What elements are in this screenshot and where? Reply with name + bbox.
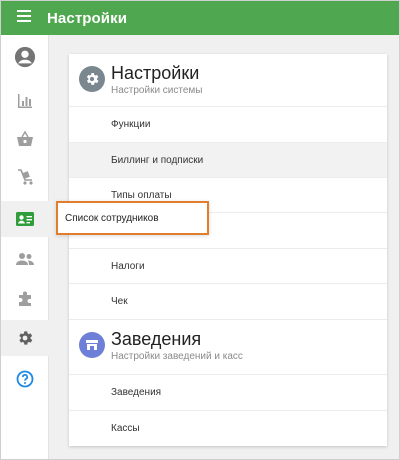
help-circle-icon	[16, 370, 34, 388]
store-icon	[79, 332, 105, 358]
settings-card: Настройки Настройки системы Функции Билл…	[69, 54, 387, 446]
nav-clients[interactable]	[1, 241, 49, 277]
employee-list-popup-item[interactable]: Список сотрудников	[56, 201, 209, 235]
nav-help[interactable]	[1, 361, 49, 397]
nav-menu[interactable]	[1, 121, 49, 157]
hamburger-menu-icon	[16, 9, 32, 28]
nav-settings[interactable]	[1, 320, 49, 356]
section-title: Настройки	[111, 63, 200, 83]
puzzle-icon	[16, 290, 34, 308]
employee-card-icon	[15, 211, 35, 227]
settings-item-functions[interactable]: Функции	[69, 106, 387, 141]
places-item-establishments[interactable]: Заведения	[69, 374, 387, 409]
settings-item-receipt[interactable]: Чек	[69, 283, 387, 318]
nav-employees[interactable]	[1, 201, 49, 237]
nav-applications[interactable]	[1, 281, 49, 317]
bar-chart-icon	[17, 93, 33, 109]
menu-button[interactable]	[1, 1, 47, 35]
nav-statistics[interactable]	[1, 83, 49, 119]
gear-icon	[16, 329, 34, 347]
cart-icon	[16, 168, 34, 186]
top-app-bar: Настройки	[1, 1, 399, 35]
account-circle-icon	[14, 46, 36, 68]
section-title: Заведения	[111, 329, 202, 349]
people-icon	[15, 252, 35, 266]
side-navigation	[1, 35, 49, 459]
section-subtitle: Настройки заведений и касс	[111, 351, 243, 362]
nav-warehouse[interactable]	[1, 159, 49, 195]
settings-section-header: Настройки Настройки системы	[69, 54, 387, 104]
gear-icon	[79, 66, 105, 92]
places-section-header: Заведения Настройки заведений и касс	[69, 319, 387, 369]
basket-icon	[16, 131, 34, 147]
section-subtitle: Настройки системы	[111, 85, 203, 96]
page-title: Настройки	[47, 9, 128, 27]
app-window: Настройки Настройки Настройки системы Фу…	[0, 0, 400, 460]
settings-item-taxes[interactable]: Налоги	[69, 248, 387, 283]
settings-item-billing[interactable]: Биллинг и подписки	[69, 142, 387, 177]
nav-account[interactable]	[1, 39, 49, 75]
places-item-cash-registers[interactable]: Кассы	[69, 410, 387, 445]
